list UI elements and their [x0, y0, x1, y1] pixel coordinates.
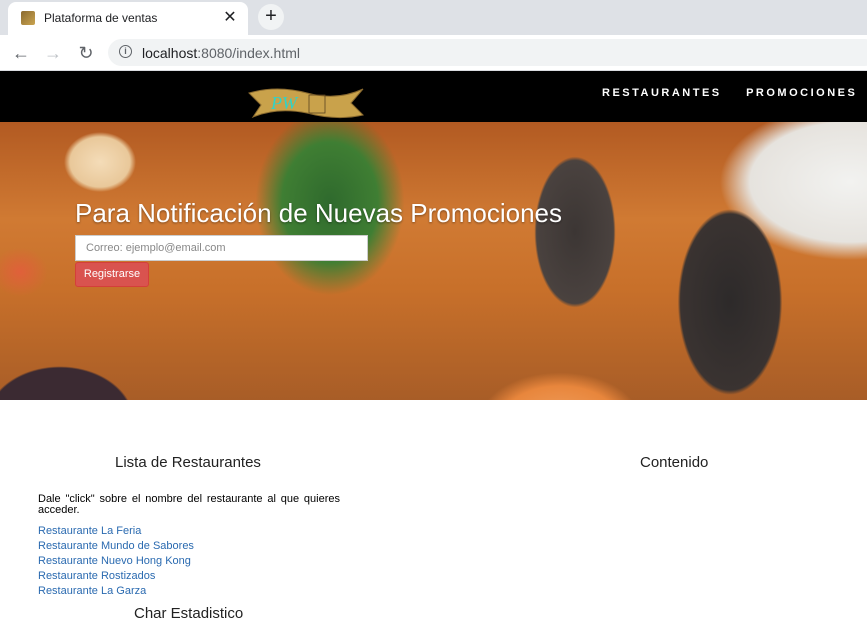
chart-heading: Char Estadistico — [134, 605, 244, 622]
list-item: Restaurante Rostizados — [38, 569, 194, 584]
tab-title: Plataforma de ventas — [44, 11, 158, 25]
restaurant-link[interactable]: Restaurante La Garza — [38, 585, 146, 597]
brand-logo[interactable]: PW — [247, 83, 365, 121]
restaurant-link[interactable]: Restaurante Rostizados — [38, 570, 155, 582]
info-icon[interactable]: i — [119, 45, 132, 58]
restaurant-list-heading: Lista de Restaurantes — [115, 454, 261, 471]
browser-tab[interactable]: Plataforma de ventas ✕ — [8, 2, 248, 35]
restaurant-list: Restaurante La Feria Restaurante Mundo d… — [38, 524, 194, 599]
content-heading: Contenido — [640, 454, 709, 471]
email-input[interactable] — [75, 235, 368, 261]
address-bar[interactable]: i localhost:8080/index.html — [108, 39, 867, 66]
restaurant-link[interactable]: Restaurante La Feria — [38, 525, 141, 537]
restaurant-link[interactable]: Restaurante Nuevo Hong Kong — [38, 555, 191, 567]
list-item: Restaurante La Garza — [38, 584, 194, 599]
list-item: Restaurante Nuevo Hong Kong — [38, 554, 194, 569]
new-tab-button[interactable]: + — [258, 4, 284, 30]
url-host: localhost — [142, 45, 198, 61]
url-path: :8080/index.html — [197, 45, 300, 61]
hero-banner: Para Notificación de Nuevas Promociones … — [0, 122, 867, 400]
url-text: localhost:8080/index.html — [142, 45, 300, 61]
logo-text: PW — [270, 93, 299, 113]
menu-item-promociones[interactable]: PROMOCIONES — [746, 87, 857, 99]
back-arrow-icon[interactable]: ← — [10, 42, 32, 64]
site-navbar: PW RESTAURANTES PROMOCIONES E — [0, 71, 867, 122]
instructions-text: Dale "click" sobre el nombre del restaur… — [38, 493, 340, 516]
browser-tab-bar: Plataforma de ventas ✕ + — [0, 0, 867, 35]
forward-arrow-icon[interactable]: → — [42, 42, 64, 64]
main-menu: RESTAURANTES PROMOCIONES E — [602, 83, 867, 101]
menu-item-restaurantes[interactable]: RESTAURANTES — [602, 87, 722, 99]
list-item: Restaurante La Feria — [38, 524, 194, 539]
list-item: Restaurante Mundo de Sabores — [38, 539, 194, 554]
browser-toolbar: ← → ↻ i localhost:8080/index.html — [0, 35, 867, 71]
close-icon[interactable]: ✕ — [220, 7, 240, 29]
register-button[interactable]: Registrarse — [75, 262, 149, 287]
reload-icon[interactable]: ↻ — [75, 42, 97, 64]
restaurant-link[interactable]: Restaurante Mundo de Sabores — [38, 540, 194, 552]
hero-title: Para Notificación de Nuevas Promociones — [75, 198, 563, 228]
site-favicon-icon — [21, 11, 35, 25]
